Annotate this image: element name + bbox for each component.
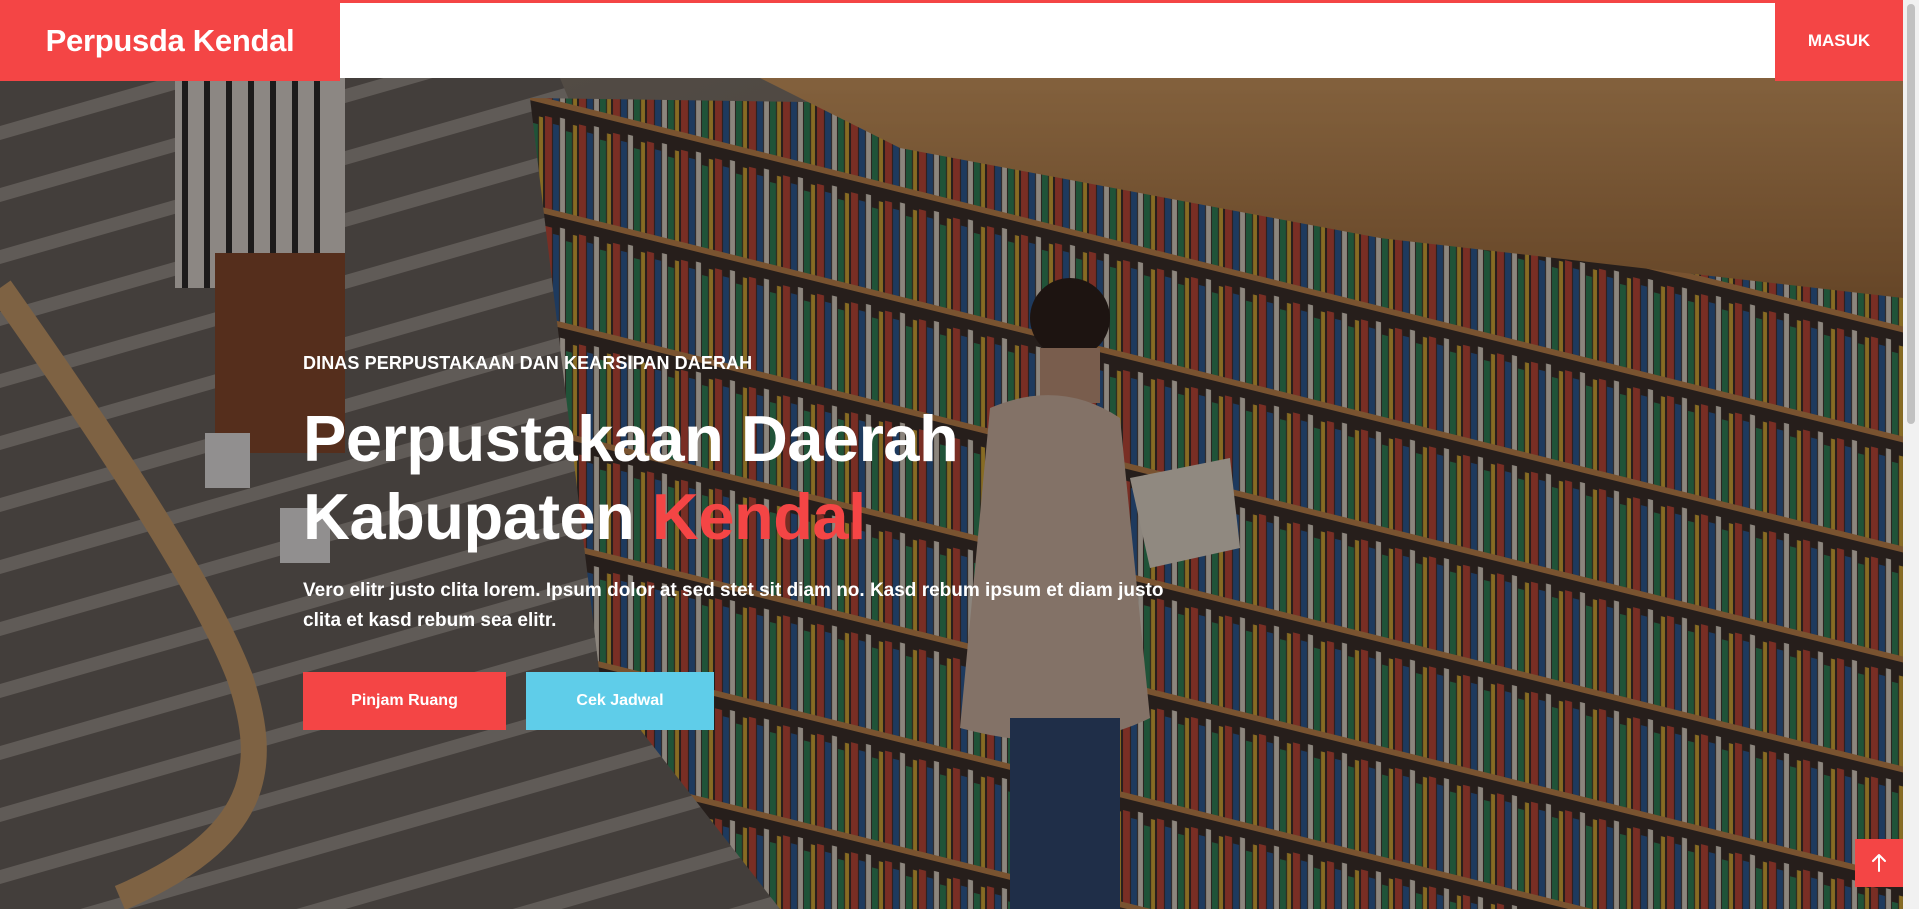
hero-title: Perpustakaan Daerah Kabupaten Kendal — [303, 400, 1203, 556]
brand-logo[interactable]: Perpusda Kendal — [0, 0, 340, 81]
hero-description: Vero elitr justo clita lorem. Ipsum dolo… — [303, 580, 1164, 631]
page-scrollbar[interactable] — [1903, 0, 1919, 909]
hero-eyebrow: DINAS PERPUSTAKAAN DAN KEARSIPAN DAERAH — [303, 353, 753, 373]
hero-section: DINAS PERPUSTAKAAN DAN KEARSIPAN DAERAH … — [0, 78, 1903, 909]
cek-jadwal-button[interactable]: Cek Jadwal — [526, 672, 714, 730]
login-button[interactable]: MASUK — [1775, 0, 1903, 81]
pinjam-ruang-button[interactable]: Pinjam Ruang — [303, 672, 506, 730]
navbar: Perpusda Kendal MASUK — [0, 0, 1903, 81]
arrow-up-icon — [1872, 854, 1886, 872]
hero-title-accent: Kendal — [651, 480, 866, 553]
page: Perpusda Kendal MASUK DINAS PERPUSTAKAAN… — [0, 0, 1903, 909]
hero-content: DINAS PERPUSTAKAAN DAN KEARSIPAN DAERAH … — [303, 353, 1203, 730]
hero-actions: Pinjam Ruang Cek Jadwal — [303, 672, 1203, 730]
hero-title-line2-prefix: Kabupaten — [303, 480, 652, 553]
scrollbar-thumb[interactable] — [1907, 4, 1915, 424]
hero-title-line1: Perpustakaan Daerah — [303, 402, 959, 475]
back-to-top-button[interactable] — [1855, 839, 1903, 887]
